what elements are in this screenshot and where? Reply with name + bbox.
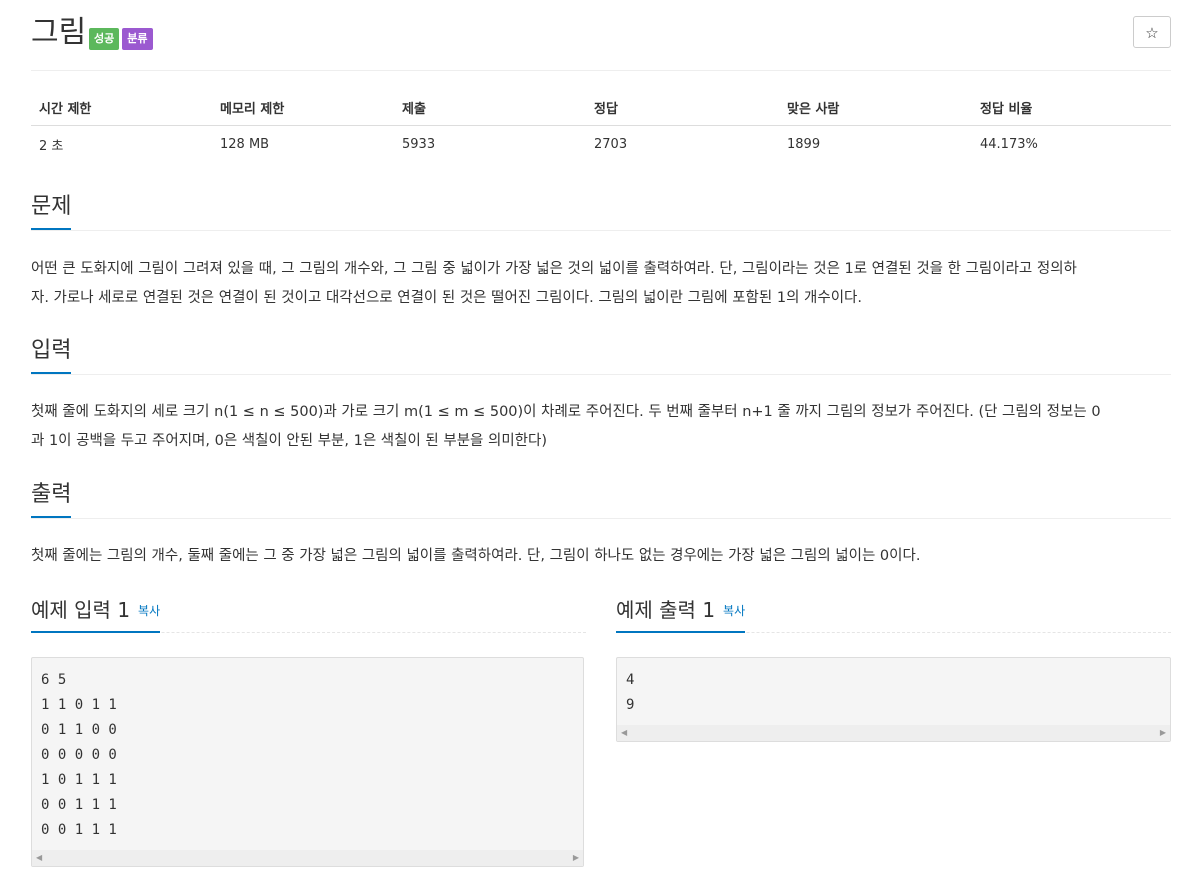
time-limit-header: 시간 제한 bbox=[31, 90, 212, 126]
info-header-row: 시간 제한 메모리 제한 제출 정답 맞은 사람 정답 비율 bbox=[31, 90, 1171, 126]
problem-title: 그림 bbox=[31, 15, 87, 50]
problem-section-header: 문제 bbox=[31, 192, 1171, 231]
problem-info-table: 시간 제한 메모리 제한 제출 정답 맞은 사람 정답 비율 2 초 128 M… bbox=[31, 90, 1171, 162]
favorite-star-button[interactable]: ☆ bbox=[1133, 16, 1171, 48]
sample-input-line: 0 0 1 1 1 bbox=[41, 822, 117, 838]
sample-output-title: 예제 출력 1 bbox=[616, 598, 716, 622]
sample-input-code[interactable]: 6 5 1 1 0 1 1 0 1 1 0 0 0 0 0 0 0 1 0 1 … bbox=[31, 657, 584, 867]
accepted-value: 2703 bbox=[594, 136, 628, 152]
memory-limit-header: 메모리 제한 bbox=[212, 90, 394, 126]
sample-output-code[interactable]: 4 9 ◀ ▶ bbox=[616, 657, 1171, 742]
copy-sample-output-link[interactable]: 복사 bbox=[723, 604, 745, 618]
sample-input-line: 1 0 1 1 1 bbox=[41, 772, 117, 788]
scroll-left-icon[interactable]: ◀ bbox=[621, 725, 627, 741]
ratio-header: 정답 비율 bbox=[972, 90, 1171, 126]
ratio-value: 44.173% bbox=[980, 136, 1038, 152]
input-section-header: 입력 bbox=[31, 336, 1171, 375]
output-section-title: 출력 bbox=[31, 480, 72, 518]
submissions-header: 제출 bbox=[394, 90, 586, 126]
sample-output-line: 9 bbox=[626, 697, 635, 713]
scroll-right-icon[interactable]: ▶ bbox=[1160, 725, 1166, 741]
sample-input-header: 예제 입력 1 복사 bbox=[31, 596, 586, 633]
problem-description-line: 어떤 큰 도화지에 그림이 그려져 있을 때, 그 그림의 개수와, 그 그림 … bbox=[31, 261, 1077, 277]
problem-description: 어떤 큰 도화지에 그림이 그려져 있을 때, 그 그림의 개수와, 그 그림 … bbox=[31, 255, 1173, 313]
badge-group: 성공 분류 bbox=[89, 28, 153, 50]
sample-input-title-wrap: 예제 입력 1 복사 bbox=[31, 596, 161, 633]
time-limit-value: 2 초 bbox=[39, 138, 64, 154]
star-icon: ☆ bbox=[1145, 24, 1159, 42]
input-description: 첫째 줄에 도화지의 세로 크기 n(1 ≤ n ≤ 500)과 가로 크기 m… bbox=[31, 398, 1173, 456]
submissions-value: 5933 bbox=[402, 136, 436, 152]
info-value-row: 2 초 128 MB 5933 2703 1899 44.173% bbox=[31, 126, 1171, 163]
problem-description-line: 자. 가로나 세로로 연결된 것은 연결이 된 것이고 대각선으로 연결이 된 … bbox=[31, 290, 862, 306]
sample-input-line: 0 1 1 0 0 bbox=[41, 722, 117, 738]
memory-limit-value: 128 MB bbox=[220, 136, 270, 152]
input-section-title: 입력 bbox=[31, 336, 72, 374]
success-badge[interactable]: 성공 bbox=[89, 28, 120, 50]
input-description-line: 첫째 줄에 도화지의 세로 크기 n(1 ≤ n ≤ 500)과 가로 크기 m… bbox=[31, 404, 1101, 420]
input-description-line: 과 1이 공백을 두고 주어지며, 0은 색칠이 안된 부분, 1은 색칠이 된… bbox=[31, 433, 548, 449]
sample-output-block: 예제 출력 1 복사 4 9 ◀ ▶ bbox=[616, 596, 1171, 742]
copy-sample-input-link[interactable]: 복사 bbox=[138, 604, 160, 618]
sample-output-header: 예제 출력 1 복사 bbox=[616, 596, 1171, 633]
sample-input-line: 0 0 1 1 1 bbox=[41, 797, 117, 813]
sample-output-title-wrap: 예제 출력 1 복사 bbox=[616, 596, 746, 633]
sample-input-line: 1 1 0 1 1 bbox=[41, 697, 117, 713]
sample-input-title: 예제 입력 1 bbox=[31, 598, 131, 622]
output-section-header: 출력 bbox=[31, 480, 1171, 519]
category-badge[interactable]: 분류 bbox=[122, 28, 153, 50]
problem-header: 그림 성공 분류 ☆ bbox=[31, 0, 1171, 71]
sample-input-line: 0 0 0 0 0 bbox=[41, 747, 117, 763]
output-description: 첫째 줄에는 그림의 개수, 둘째 줄에는 그 중 가장 넓은 그림의 넓이를 … bbox=[31, 542, 1173, 571]
scroll-left-icon[interactable]: ◀ bbox=[36, 850, 42, 866]
output-description-line: 첫째 줄에는 그림의 개수, 둘째 줄에는 그 중 가장 넓은 그림의 넓이를 … bbox=[31, 548, 921, 564]
horizontal-scrollbar[interactable]: ◀ ▶ bbox=[32, 850, 583, 866]
sample-input-block: 예제 입력 1 복사 6 5 1 1 0 1 1 0 1 1 0 0 0 0 0 … bbox=[31, 596, 586, 867]
sample-input-line: 6 5 bbox=[41, 672, 67, 688]
solvers-value: 1899 bbox=[787, 136, 821, 152]
horizontal-scrollbar[interactable]: ◀ ▶ bbox=[617, 725, 1170, 741]
sample-output-line: 4 bbox=[626, 672, 635, 688]
problem-section-title: 문제 bbox=[31, 192, 72, 230]
solvers-header: 맞은 사람 bbox=[779, 90, 972, 126]
accepted-header: 정답 bbox=[586, 90, 779, 126]
scroll-right-icon[interactable]: ▶ bbox=[573, 850, 579, 866]
